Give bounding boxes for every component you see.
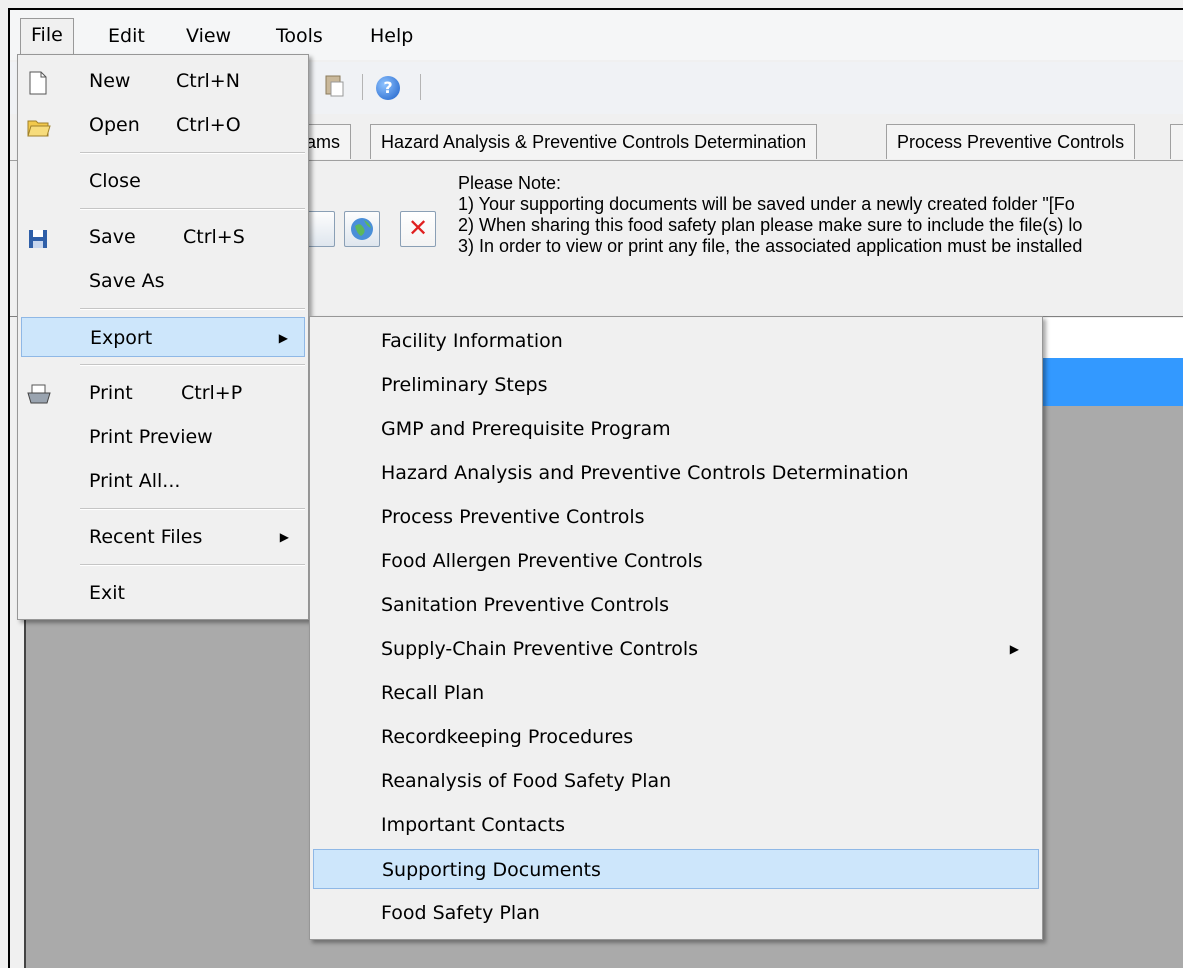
menu-edit[interactable]: Edit — [98, 20, 155, 52]
menu-item-label: Supporting Documents — [382, 859, 601, 881]
note-line-1: 1) Your supporting documents will be sav… — [458, 194, 1075, 214]
menu-item-label: Close — [89, 170, 141, 192]
export-item-gmp-prerequisite[interactable]: GMP and Prerequisite Program — [313, 409, 1039, 449]
menu-item-label: Print All... — [89, 470, 181, 492]
file-menu: New Ctrl+N Open Ctrl+O Close Save Ctrl+S… — [17, 54, 309, 620]
submenu-arrow-icon: ▶ — [279, 530, 289, 544]
printer-icon — [27, 381, 51, 405]
export-item-sanitation[interactable]: Sanitation Preventive Controls — [313, 585, 1039, 625]
export-item-process-preventive-controls[interactable]: Process Preventive Controls — [313, 497, 1039, 537]
menu-item-label: Reanalysis of Food Safety Plan — [381, 770, 672, 792]
menu-item-open[interactable]: Open Ctrl+O — [21, 105, 305, 145]
menu-item-label: Food Allergen Preventive Controls — [381, 550, 703, 572]
toolbar-separator — [362, 74, 363, 100]
menu-tools[interactable]: Tools — [266, 20, 333, 52]
note-line-3: 3) In order to view or print any file, t… — [458, 236, 1083, 256]
export-item-hazard-analysis[interactable]: Hazard Analysis and Preventive Controls … — [313, 453, 1039, 493]
menu-item-label: GMP and Prerequisite Program — [381, 418, 671, 440]
menu-item-print-all[interactable]: Print All... — [21, 461, 305, 501]
menu-item-label: Hazard Analysis and Preventive Controls … — [381, 462, 909, 484]
paste-icon[interactable] — [320, 72, 348, 100]
menu-item-label: Food Safety Plan — [381, 902, 540, 924]
menu-item-label: Save As — [89, 270, 165, 292]
submenu-arrow-icon: ▶ — [1009, 642, 1019, 656]
menu-item-label: Ctrl+O — [176, 114, 241, 136]
menu-item-label: Recordkeeping Procedures — [381, 726, 634, 748]
new-document-icon — [27, 69, 49, 95]
export-item-supply-chain[interactable]: Supply-Chain Preventive Controls ▶ — [313, 629, 1039, 669]
menu-separator — [80, 152, 305, 154]
tab-next[interactable] — [1170, 124, 1183, 159]
menu-item-label: New — [89, 70, 131, 92]
export-item-facility-information[interactable]: Facility Information — [313, 321, 1039, 361]
export-item-supporting-documents[interactable]: Supporting Documents — [313, 849, 1039, 889]
menu-item-label: Ctrl+N — [176, 70, 240, 92]
open-folder-icon — [27, 113, 51, 137]
menu-separator — [80, 564, 305, 566]
menu-item-label: Print — [89, 382, 133, 404]
submenu-arrow-icon: ▶ — [278, 331, 288, 345]
menu-separator — [80, 208, 305, 210]
menu-bar: File Edit View Tools Help — [10, 10, 1183, 60]
menu-item-label: Save — [89, 226, 136, 248]
export-item-food-safety-plan[interactable]: Food Safety Plan — [313, 893, 1039, 933]
menu-item-new[interactable]: New Ctrl+N — [21, 61, 305, 101]
menu-separator — [80, 508, 305, 510]
menu-separator — [80, 308, 305, 310]
menu-item-label: Facility Information — [381, 330, 563, 352]
export-item-recall-plan[interactable]: Recall Plan — [313, 673, 1039, 713]
toolbar-separator — [420, 74, 421, 100]
menu-item-label: Sanitation Preventive Controls — [381, 594, 670, 616]
menu-item-label: Important Contacts — [381, 814, 566, 836]
menu-view[interactable]: View — [176, 20, 241, 52]
export-item-important-contacts[interactable]: Important Contacts — [313, 805, 1039, 845]
save-disk-icon — [27, 225, 49, 249]
menu-item-label: Recent Files — [89, 526, 203, 548]
export-item-preliminary-steps[interactable]: Preliminary Steps — [313, 365, 1039, 405]
menu-item-label: Recall Plan — [381, 682, 485, 704]
export-item-recordkeeping[interactable]: Recordkeeping Procedures — [313, 717, 1039, 757]
globe-icon — [351, 218, 373, 240]
menu-item-label: Ctrl+S — [183, 226, 245, 248]
menu-item-print[interactable]: Print Ctrl+P — [21, 373, 305, 413]
menu-item-exit[interactable]: Exit — [21, 573, 305, 613]
menu-separator — [80, 364, 305, 366]
export-item-reanalysis[interactable]: Reanalysis of Food Safety Plan — [313, 761, 1039, 801]
delete-button[interactable]: ✕ — [400, 211, 436, 247]
menu-item-label: Print Preview — [89, 426, 213, 448]
menu-file[interactable]: File — [20, 18, 74, 57]
please-note: Please Note: 1) Your supporting document… — [458, 173, 1082, 257]
open-web-button[interactable] — [344, 211, 380, 247]
menu-item-export[interactable]: Export ▶ — [21, 317, 305, 357]
export-item-food-allergen[interactable]: Food Allergen Preventive Controls — [313, 541, 1039, 581]
menu-item-label: Preliminary Steps — [381, 374, 548, 396]
menu-item-label: Exit — [89, 582, 125, 604]
menu-item-label: Open — [89, 114, 140, 136]
menu-item-close[interactable]: Close — [21, 161, 305, 201]
delete-icon: ✕ — [408, 214, 429, 242]
note-line-2: 2) When sharing this food safety plan pl… — [458, 215, 1083, 235]
menu-item-label: Supply-Chain Preventive Controls — [381, 638, 699, 660]
help-icon[interactable]: ? — [376, 76, 400, 100]
note-title: Please Note: — [458, 173, 562, 193]
menu-help[interactable]: Help — [360, 20, 423, 52]
tab-process-preventive-controls[interactable]: Process Preventive Controls — [886, 124, 1136, 159]
menu-item-recent-files[interactable]: Recent Files ▶ — [21, 517, 305, 557]
export-submenu: Facility Information Preliminary Steps G… — [309, 316, 1043, 940]
menu-item-print-preview[interactable]: Print Preview — [21, 417, 305, 457]
menu-item-save-as[interactable]: Save As — [21, 261, 305, 301]
tab-hazard-analysis[interactable]: Hazard Analysis & Preventive Controls De… — [370, 124, 818, 159]
menu-item-label: Ctrl+P — [181, 382, 243, 404]
menu-item-label: Process Preventive Controls — [381, 506, 645, 528]
menu-item-save[interactable]: Save Ctrl+S — [21, 217, 305, 257]
menu-item-label: Export — [90, 327, 153, 349]
